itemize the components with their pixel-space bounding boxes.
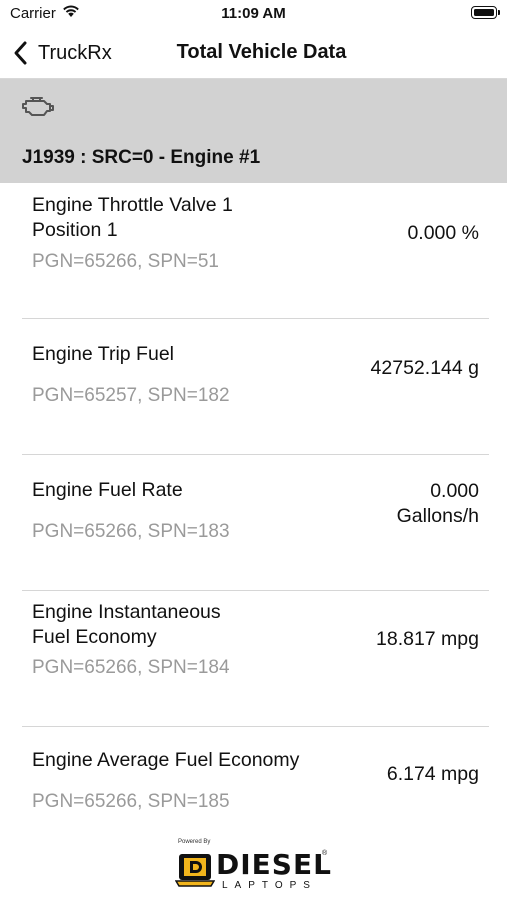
parameter-value: 0.000 % [407,222,479,244]
parameter-name: Engine Instantaneous Fuel Economy [32,601,221,648]
parameter-name: Engine Throttle Valve 1 Position 1 [32,194,233,241]
powered-by-logo: Powered By DIESEL ® LAPTOPS [0,836,507,896]
vehicle-data-list: Engine Throttle Valve 1 Position 1 PGN=6… [0,183,507,862]
parameter-name: Engine Fuel Rate [32,479,183,501]
list-item[interactable]: Engine Throttle Valve 1 Position 1 PGN=6… [22,183,489,319]
navigation-bar: TruckRx Total Vehicle Data [0,28,507,79]
list-item[interactable]: Engine Instantaneous Fuel Economy PGN=65… [22,591,489,727]
brand-subtitle: LAPTOPS [222,880,317,891]
parameter-value: 18.817 mpg [376,628,479,650]
battery-icon [471,6,500,19]
parameter-name: Engine Trip Fuel [32,343,174,365]
parameter-meta: PGN=65266, SPN=183 [32,521,230,542]
parameter-value: 6.174 mpg [386,763,479,785]
powered-by-label: Powered By [178,839,211,845]
parameter-meta: PGN=65266, SPN=184 [32,657,230,678]
diesel-laptops-logo-icon [175,854,215,887]
status-time: 11:09 AM [221,5,286,22]
section-header: J1939 : SRC=0 - Engine #1 [0,79,507,183]
status-bar: Carrier 11:09 AM [0,0,507,28]
brand-name: DIESEL [216,848,332,881]
registered-mark: ® [322,850,328,857]
list-item[interactable]: Engine Trip Fuel PGN=65257, SPN=182 4275… [22,319,489,455]
parameter-value: 0.000 Gallons/h [396,480,479,527]
parameter-value: 42752.144 g [370,357,479,379]
parameter-meta: PGN=65266, SPN=51 [32,251,219,272]
list-item[interactable]: Engine Fuel Rate PGN=65266, SPN=183 0.00… [22,455,489,591]
parameter-name: Engine Average Fuel Economy [32,749,300,771]
section-title: J1939 : SRC=0 - Engine #1 [22,147,261,168]
page-title: Total Vehicle Data [176,41,347,63]
engine-icon [22,97,54,116]
parameter-meta: PGN=65257, SPN=182 [32,385,230,406]
parameter-meta: PGN=65266, SPN=185 [32,791,230,812]
